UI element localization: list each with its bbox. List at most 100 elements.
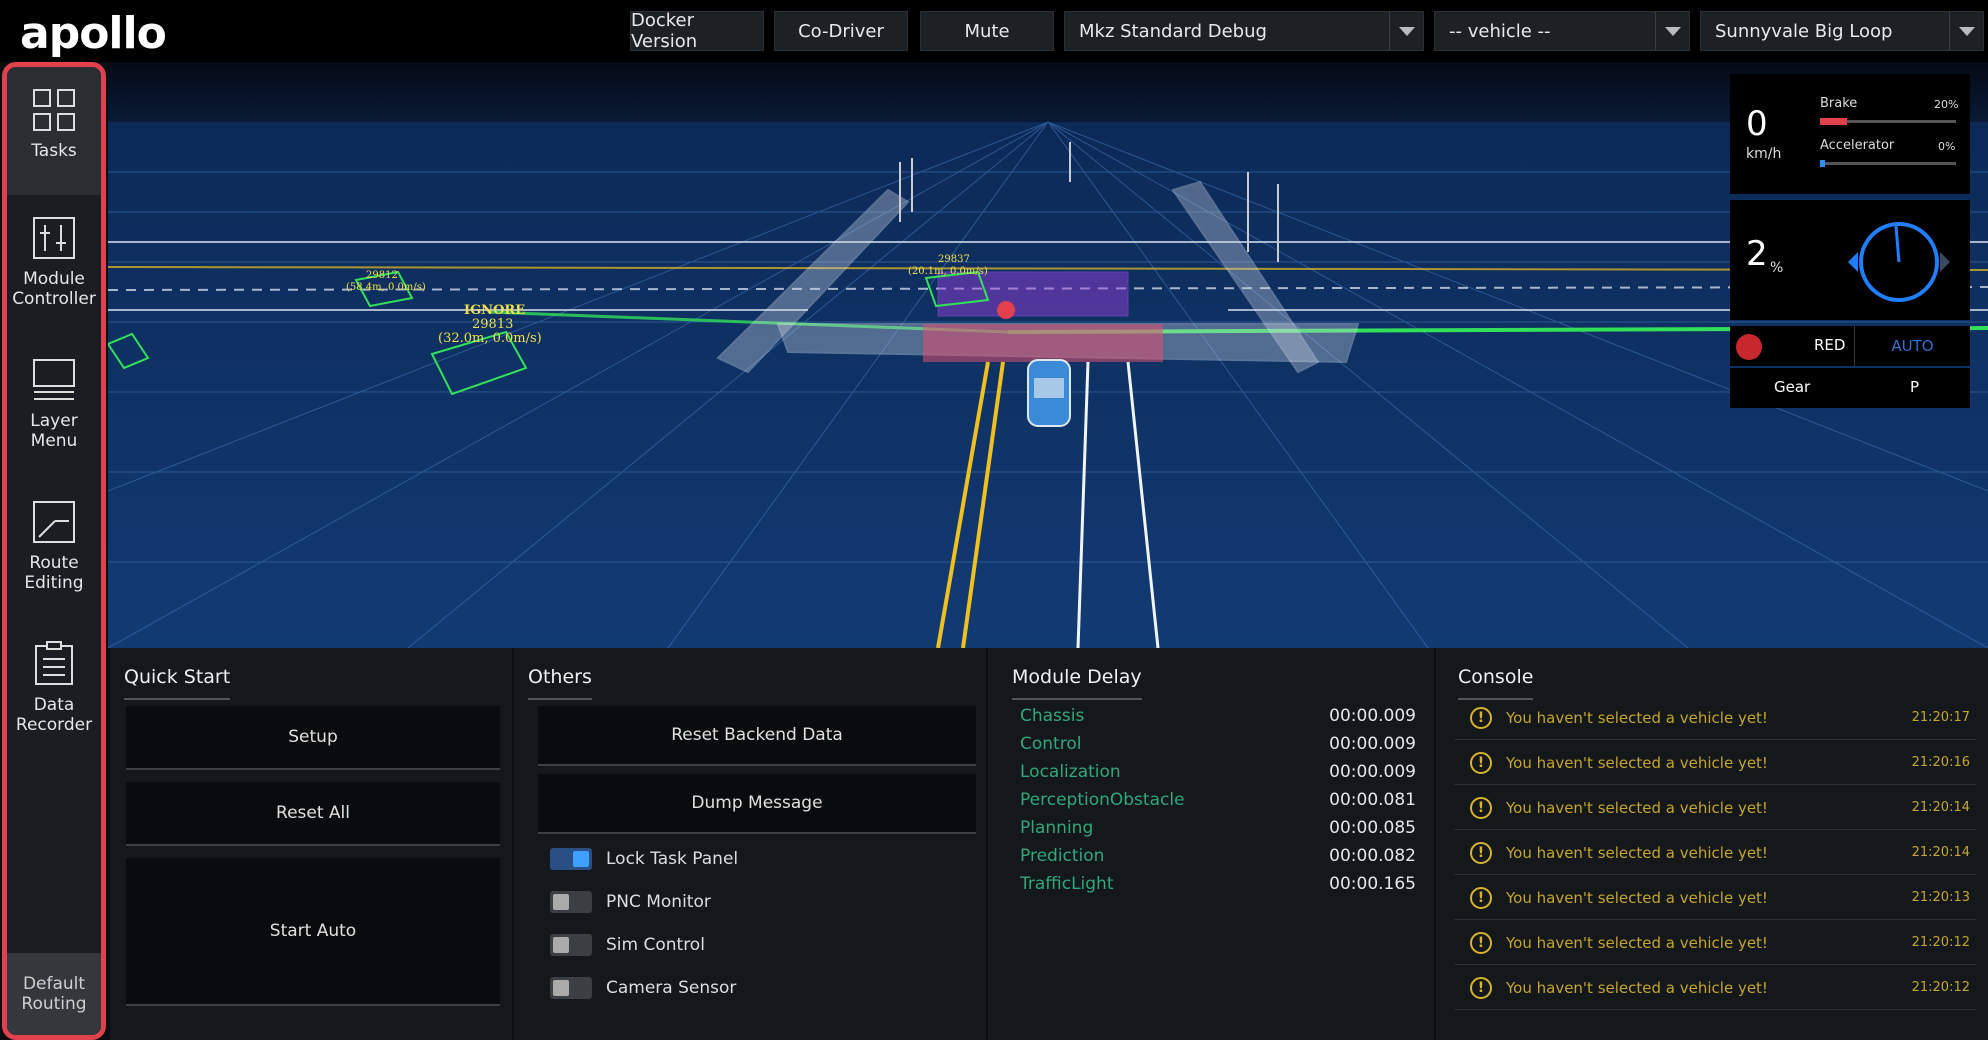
module-delay-panel: Module Delay Chassis 00:00.009 Control 00:0… <box>986 648 1434 1040</box>
toggle-label: Sim Control <box>606 935 705 955</box>
console-row: ! You haven't selected a vehicle yet! 21:2… <box>1454 966 1976 1010</box>
console-row: ! You haven't selected a vehicle yet! 21:2… <box>1454 741 1976 785</box>
toggle-switch[interactable] <box>550 934 592 956</box>
toggle-sim-control[interactable]: Sim Control <box>550 930 705 960</box>
vehicle-select[interactable]: -- vehicle -- <box>1434 11 1690 51</box>
toggle-pnc-monitor[interactable]: PNC Monitor <box>550 887 711 917</box>
console-row: ! You haven't selected a vehicle yet! 21:2… <box>1454 921 1976 965</box>
scene-canvas: 29812 (58.4m, 0.0m/s) IGNORE 29813 (32.0… <box>108 62 1988 648</box>
console-message: You haven't selected a vehicle yet! <box>1506 933 1768 952</box>
console-message: You haven't selected a vehicle yet! <box>1506 978 1768 997</box>
reset-backend-data-button[interactable]: Reset Backend Data <box>538 706 976 766</box>
warning-icon: ! <box>1470 706 1492 729</box>
steering-box: 2 % <box>1730 200 1970 320</box>
module-name: Control <box>1020 734 1082 754</box>
gear-label: Gear <box>1774 378 1811 396</box>
mode-select-value: Mkz Standard Debug <box>1079 20 1267 42</box>
sidebar-item-label-line1: Data <box>33 695 75 715</box>
traffic-signal-indicator <box>1736 334 1762 360</box>
module-name: Planning <box>1020 818 1094 838</box>
warning-icon: ! <box>1470 931 1492 954</box>
map-select[interactable]: Sunnyvale Big Loop <box>1700 11 1984 51</box>
dump-message-button[interactable]: Dump Message <box>538 774 976 834</box>
module-delay-row: Chassis 00:00.009 <box>1020 706 1416 732</box>
steering-unit: % <box>1770 260 1784 276</box>
console-message: You haven't selected a vehicle yet! <box>1506 753 1768 772</box>
default-routing-button[interactable]: Default Routing <box>7 953 101 1035</box>
speed-value: 0 <box>1746 104 1768 144</box>
grid-icon <box>33 89 75 131</box>
sidebar-item-layer-menu[interactable]: Layer Menu <box>7 349 101 477</box>
toggle-lock-task-panel[interactable]: Lock Task Panel <box>550 844 738 874</box>
toggle-camera-sensor[interactable]: Camera Sensor <box>550 973 736 1003</box>
mode-select[interactable]: Mkz Standard Debug <box>1064 11 1424 51</box>
console-timestamp: 21:20:12 <box>1911 980 1970 995</box>
warning-icon: ! <box>1470 796 1492 819</box>
module-delay-value: 00:00.081 <box>1329 790 1416 810</box>
module-name: TrafficLight <box>1020 874 1114 894</box>
console-panel: Console ! You haven't selected a vehicle … <box>1434 648 1988 1040</box>
toggle-switch[interactable] <box>550 977 592 999</box>
obstacle-ignore-info: (32.0m, 0.0m/s) <box>438 331 542 346</box>
map-select-value: Sunnyvale Big Loop <box>1715 20 1893 42</box>
sidebar-item-tasks[interactable]: Tasks <box>7 67 101 195</box>
module-delay-value: 00:00.009 <box>1329 734 1416 754</box>
co-driver-button[interactable]: Co-Driver <box>774 11 908 51</box>
accelerator-meter-fill <box>1820 160 1826 167</box>
console-row: ! You haven't selected a vehicle yet! 21:2… <box>1454 696 1976 740</box>
obstacle-left-id: 29812 <box>366 270 398 281</box>
chevron-down-icon <box>1389 12 1423 50</box>
console-message: You haven't selected a vehicle yet! <box>1506 843 1768 862</box>
module-name: Prediction <box>1020 846 1105 866</box>
setup-button[interactable]: Setup <box>126 706 500 770</box>
console-message: You haven't selected a vehicle yet! <box>1506 708 1768 727</box>
console-timestamp: 21:20:16 <box>1911 755 1970 770</box>
module-delay-row: PerceptionObstacle 00:00.081 <box>1020 790 1416 816</box>
default-routing-label-line1: Default <box>22 974 86 994</box>
obstacle-center-id: 29837 <box>938 254 970 265</box>
toggle-switch[interactable] <box>550 848 592 870</box>
brake-pct: 20% <box>1934 98 1959 111</box>
sidebar-item-route-editing[interactable]: Route Editing <box>7 491 101 619</box>
quick-start-title: Quick Start <box>124 666 231 700</box>
module-name: Localization <box>1020 762 1121 782</box>
module-delay-title: Module Delay <box>1012 666 1142 700</box>
drive-mode-label: AUTO <box>1891 337 1934 355</box>
steering-value: 2 <box>1746 234 1768 274</box>
signal-label: RED <box>1814 336 1846 354</box>
toggle-switch[interactable] <box>550 891 592 913</box>
yield-zone <box>937 271 1129 317</box>
console-message: You haven't selected a vehicle yet! <box>1506 888 1768 907</box>
obstacle-ignore-label: IGNORE <box>464 303 525 318</box>
stop-sign <box>997 301 1015 319</box>
module-delay-row: Localization 00:00.009 <box>1020 762 1416 788</box>
console-timestamp: 21:20:12 <box>1911 935 1970 950</box>
obstacle-left-info: (58.4m, 0.0m/s) <box>346 282 426 293</box>
reset-all-button[interactable]: Reset All <box>126 782 500 846</box>
accelerator-pct: 0% <box>1938 140 1956 153</box>
start-auto-button[interactable]: Start Auto <box>126 858 500 1006</box>
toggle-label: Camera Sensor <box>606 978 737 998</box>
sidebar-item-data-recorder[interactable]: Data Recorder <box>7 633 101 761</box>
sidebar-item-module-controller[interactable]: Module Controller <box>7 207 101 335</box>
sidebar-item-label-line1: Module <box>23 269 85 289</box>
module-delay-value: 00:00.165 <box>1329 874 1416 894</box>
module-delay-value: 00:00.009 <box>1329 762 1416 782</box>
sidebar-item-label-line2: Menu <box>30 431 78 451</box>
chevron-down-icon <box>1949 12 1983 50</box>
mute-button[interactable]: Mute <box>920 11 1054 51</box>
console-row: ! You haven't selected a vehicle yet! 21:2… <box>1454 876 1976 920</box>
brake-label: Brake <box>1820 96 1858 111</box>
warning-icon: ! <box>1470 751 1492 774</box>
speed-box: 0 km/h Brake 20% Accelerator 0% <box>1730 74 1970 194</box>
obstacle-ignore-id: 29813 <box>472 317 513 332</box>
sky <box>108 62 1988 122</box>
docker-version-button[interactable]: Docker Version <box>630 10 764 52</box>
layers-icon <box>33 359 75 400</box>
top-bar: apollo Docker Version Co-Driver Mute Mkz… <box>0 0 1988 62</box>
module-delay-row: Planning 00:00.085 <box>1020 818 1416 844</box>
speed-unit: km/h <box>1746 146 1782 162</box>
vehicle-select-value: -- vehicle -- <box>1449 20 1551 42</box>
sidebar-item-label-line2: Recorder <box>15 715 93 735</box>
scene-view[interactable]: 29812 (58.4m, 0.0m/s) IGNORE 29813 (32.0… <box>108 62 1988 648</box>
